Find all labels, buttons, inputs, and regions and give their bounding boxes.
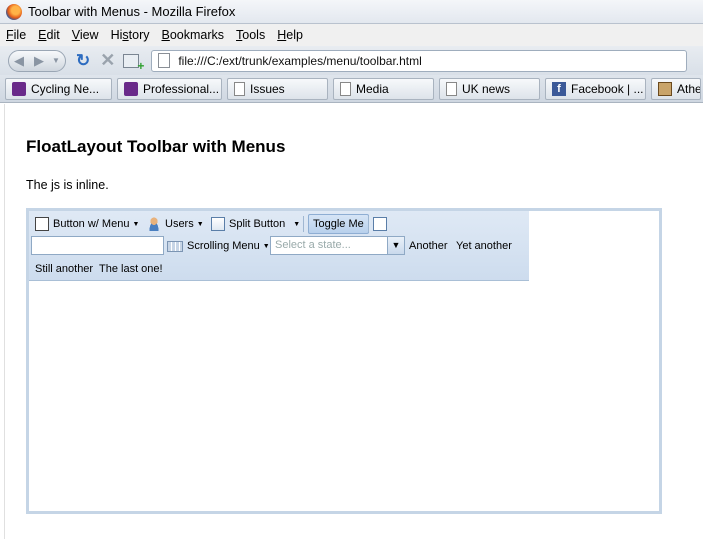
facebook-icon: f: [552, 81, 566, 96]
firefox-logo-icon: [6, 3, 22, 20]
bookmarks-toolbar: Cycling Ne... Professional... Issues Med…: [0, 75, 703, 103]
user-icon: [147, 217, 161, 231]
toggle-me-button[interactable]: Toggle Me: [308, 214, 369, 234]
page-icon: [340, 81, 351, 96]
bookmark-item[interactable]: Athe: [651, 77, 701, 100]
bookmark-item[interactable]: Cycling Ne...: [5, 77, 112, 100]
stop-icon[interactable]: ✕: [100, 50, 115, 71]
chevron-down-icon[interactable]: ▼: [387, 237, 404, 254]
menu-edit[interactable]: Edit: [32, 28, 66, 42]
users-button[interactable]: Users ▼: [147, 214, 204, 234]
last-one-button[interactable]: The last one!: [99, 259, 163, 279]
yet-another-button[interactable]: Yet another: [456, 236, 512, 256]
dropdown-arrow-icon: ▼: [132, 220, 140, 228]
scrolling-menu-button[interactable]: Scrolling Menu ▼: [167, 236, 270, 256]
back-forward-group: ◀ ▶ ▼: [8, 49, 66, 72]
another-button[interactable]: Another: [409, 236, 448, 256]
navigation-toolbar: ◀ ▶ ▼ ↻ ✕ file:///C:/ext/trunk/examples/…: [0, 46, 703, 75]
menu-view[interactable]: View: [66, 28, 105, 42]
url-text[interactable]: file:///C:/ext/trunk/examples/menu/toolb…: [178, 54, 421, 68]
toolbar-separator: [368, 216, 369, 232]
bookmark-item[interactable]: Professional...: [117, 77, 222, 100]
page-heading: FloatLayout Toolbar with Menus: [26, 137, 286, 156]
split-arrow-icon[interactable]: ▼: [293, 221, 300, 228]
reload-icon[interactable]: ↻: [76, 51, 90, 71]
bookmark-item[interactable]: Media: [333, 77, 434, 100]
cycling-icon: [12, 81, 26, 96]
calendar-icon: [167, 240, 183, 252]
menu-bar: File Edit View History Bookmarks Tools H…: [0, 24, 703, 46]
dropdown-arrow-icon: ▼: [262, 242, 270, 250]
back-arrow-icon[interactable]: ◀: [9, 53, 29, 69]
menu-history[interactable]: History: [105, 28, 156, 42]
state-combo[interactable]: Select a state... ▼: [270, 236, 405, 255]
page-icon: [446, 81, 457, 96]
menu-file[interactable]: File: [0, 28, 32, 42]
page-icon: [158, 53, 171, 68]
toolbar-separator: [303, 216, 304, 232]
history-dropdown-icon[interactable]: ▼: [49, 56, 63, 65]
menu-bookmarks[interactable]: Bookmarks: [156, 28, 231, 42]
add-bookmark-icon[interactable]: [123, 53, 144, 73]
menu-button-icon: [35, 217, 49, 231]
forward-arrow-icon[interactable]: ▶: [29, 53, 49, 69]
grid-icon-button[interactable]: [373, 214, 391, 234]
split-button-icon: [211, 217, 225, 231]
grid-icon: [373, 217, 387, 231]
dropdown-arrow-icon: ▼: [196, 220, 204, 228]
button-with-menu[interactable]: Button w/ Menu ▼: [35, 214, 139, 234]
athena-icon: [658, 81, 672, 96]
cycling-icon: [124, 81, 138, 96]
still-another-button[interactable]: Still another: [35, 259, 93, 279]
page-left-edge: [0, 104, 5, 539]
menu-help[interactable]: Help: [271, 28, 309, 42]
bookmark-item[interactable]: f Facebook | ...: [545, 77, 646, 100]
bookmark-item[interactable]: UK news: [439, 77, 540, 100]
toolbar-text-field[interactable]: [31, 236, 164, 255]
page-icon: [234, 81, 245, 96]
bookmark-item[interactable]: Issues: [227, 77, 328, 100]
window-title: Toolbar with Menus - Mozilla Firefox: [28, 4, 236, 19]
menu-tools[interactable]: Tools: [230, 28, 271, 42]
page-paragraph: The js is inline.: [26, 178, 109, 192]
window-title-bar: Toolbar with Menus - Mozilla Firefox: [0, 0, 703, 24]
split-button[interactable]: Split Button ▼: [211, 214, 300, 234]
url-bar[interactable]: file:///C:/ext/trunk/examples/menu/toolb…: [151, 49, 688, 72]
state-combo-placeholder: Select a state...: [275, 239, 351, 251]
